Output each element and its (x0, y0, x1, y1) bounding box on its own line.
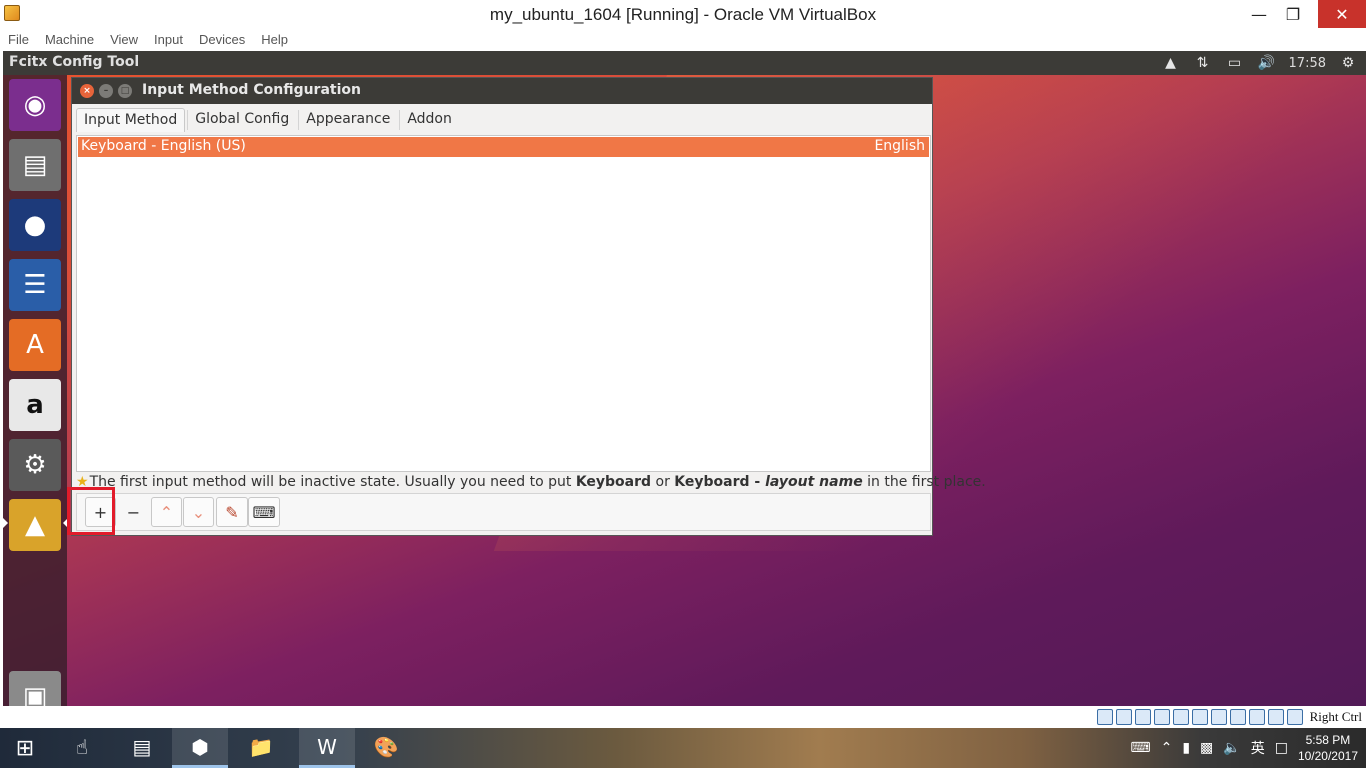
fcitx-config-icon[interactable]: ▲ (9, 499, 61, 551)
ime-indicator[interactable]: 英 (1251, 738, 1265, 758)
performance-monitor-icon[interactable]: ▤ (114, 728, 170, 768)
optical-drive-icon[interactable] (1115, 709, 1132, 725)
host-key-arrow-icon[interactable] (1286, 709, 1303, 725)
host-window-title: my_ubuntu_1604 [Running] - Oracle VM Vir… (489, 5, 877, 24)
minimize-button[interactable]: — (1240, 0, 1278, 28)
list-item[interactable]: Keyboard - English (US) English (78, 137, 929, 157)
hint-bold2: Keyboard - (674, 474, 766, 490)
menu-view[interactable]: View (110, 30, 138, 51)
virtualbox-taskbar-icon[interactable]: ⬢ (172, 728, 228, 768)
system-tray: ⌨ ⌃ ▮ ▩ 🔈 英 □ 5:58 PM 10/20/2017 (1130, 728, 1358, 768)
vbox-device-icons: Right Ctrl (1096, 709, 1362, 725)
move-up-button[interactable]: ⌃ (151, 497, 182, 527)
show-hidden-icons-chevron-icon[interactable]: ⌃ (1161, 740, 1173, 756)
dialog-title: Input Method Configuration (142, 82, 361, 98)
file-explorer-icon[interactable]: 📁 (233, 728, 289, 768)
configure-input-method-button[interactable]: ✎ (216, 497, 248, 527)
chevron-down-icon: ⌄ (191, 502, 206, 522)
host-titlebar: my_ubuntu_1604 [Running] - Oracle VM Vir… (0, 0, 1366, 30)
hard-disk-icon[interactable] (1096, 709, 1113, 725)
vbox-status-bar: Right Ctrl (0, 706, 1366, 728)
indicator-tray: ▲ ⇅ ▭ 🔊 17:58 ⚙ (1161, 51, 1358, 75)
dialog-tabs: Input Method Global Config Appearance Ad… (76, 108, 461, 132)
menu-input[interactable]: Input (154, 30, 183, 51)
input-method-list[interactable]: Keyboard - English (US) English (76, 135, 931, 472)
input-method-name: Keyboard - English (US) (81, 138, 246, 154)
battery-icon[interactable]: ▭ (1225, 54, 1245, 72)
amazon-icon[interactable]: a (9, 379, 61, 431)
move-down-button[interactable]: ⌄ (183, 497, 214, 527)
menu-help[interactable]: Help (261, 30, 288, 51)
input-method-language: English (874, 138, 925, 154)
annotation-highlight-box (67, 487, 115, 535)
input-method-config-dialog: × – □ Input Method Configuration Input M… (71, 77, 986, 536)
menu-file[interactable]: File (8, 30, 29, 51)
wrench-brush-icon: ✎ (225, 502, 239, 522)
action-center-icon[interactable]: □ (1275, 740, 1288, 756)
trash-icon[interactable]: ▣ (9, 671, 61, 706)
menu-machine[interactable]: Machine (45, 30, 94, 51)
active-launcher-indicator (3, 518, 8, 528)
display-icon[interactable] (1210, 709, 1227, 725)
tab-appearance[interactable]: Appearance (299, 108, 397, 132)
cpu-icon[interactable] (1248, 709, 1265, 725)
software-center-icon[interactable]: A (9, 319, 61, 371)
fcitx-penguin-icon[interactable]: ▲ (1161, 54, 1181, 72)
files-icon[interactable]: ▤ (9, 139, 61, 191)
maximize-button[interactable]: ❐ (1274, 0, 1312, 28)
guest-desktop: Fcitx Config Tool ▲ ⇅ ▭ 🔊 17:58 ⚙ ◉ ▤ ● … (3, 51, 1366, 706)
video-capture-icon[interactable] (1229, 709, 1246, 725)
list-toolbar: + − ⌃ ⌄ ✎ ⌨ (76, 493, 931, 531)
touch-app-icon[interactable]: ☝ (54, 728, 110, 768)
tab-input-method[interactable]: Input Method (76, 108, 186, 132)
close-window-button[interactable]: ✕ (1318, 0, 1366, 28)
shared-folders-icon[interactable] (1191, 709, 1208, 725)
hint-part1: The first input method will be inactive … (89, 474, 576, 490)
active-app-title: Fcitx Config Tool (9, 54, 140, 70)
clock-time: 5:58 PM (1305, 733, 1351, 747)
keyboard-layout-button[interactable]: ⌨ (248, 497, 280, 527)
dialog-maximize-button[interactable]: □ (118, 84, 132, 98)
word-icon[interactable]: W (299, 728, 355, 768)
network-icon[interactable]: ⇅ (1193, 54, 1213, 72)
panel-clock[interactable]: 17:58 (1289, 56, 1326, 71)
speaker-icon[interactable]: 🔈 (1223, 740, 1240, 756)
dialog-close-button[interactable]: × (80, 84, 94, 98)
volume-icon[interactable]: 🔊 (1257, 54, 1277, 72)
windows-start-icon[interactable]: ⊞ (0, 728, 50, 768)
system-settings-icon[interactable]: ⚙ (9, 439, 61, 491)
host-key-label: Right Ctrl (1309, 709, 1362, 724)
dialog-minimize-button[interactable]: – (99, 84, 113, 98)
hint-part3: in the first place. (862, 474, 986, 490)
windows-taskbar: ⊞ ☝ ▤ ⬢ 📁 W 🎨 ⌨ ⌃ ▮ ▩ 🔈 英 □ 5:58 PM 10/2… (0, 728, 1366, 768)
hint-bold1: Keyboard (575, 474, 652, 490)
hint-italic: layout name (765, 474, 863, 490)
clock-date: 10/20/2017 (1297, 749, 1358, 763)
menu-devices[interactable]: Devices (199, 30, 245, 51)
firefox-icon[interactable]: ● (9, 199, 61, 251)
hint-part2: or (651, 474, 675, 490)
dialog-titlebar[interactable]: × – □ Input Method Configuration (72, 78, 932, 104)
ubuntu-top-panel: Fcitx Config Tool ▲ ⇅ ▭ 🔊 17:58 ⚙ (3, 51, 1366, 75)
ubuntu-dash-icon[interactable]: ◉ (9, 79, 61, 131)
paint-icon[interactable]: 🎨 (358, 728, 414, 768)
battery-tray-icon[interactable]: ▮ (1182, 740, 1190, 756)
keyboard-icon: ⌨ (252, 502, 276, 522)
chevron-up-icon: ⌃ (159, 502, 174, 522)
audio-icon[interactable] (1134, 709, 1151, 725)
power-gear-icon[interactable]: ⚙ (1338, 54, 1358, 72)
tab-global-config[interactable]: Global Config (188, 108, 296, 132)
mouse-integration-icon[interactable] (1267, 709, 1284, 725)
taskbar-clock[interactable]: 5:58 PM 10/20/2017 (1298, 732, 1358, 764)
network-adapter-icon[interactable] (1153, 709, 1170, 725)
unity-launcher: ◉ ▤ ● ☰ A a ⚙ ▲ ▣ (3, 75, 67, 706)
usb-icon[interactable] (1172, 709, 1189, 725)
tab-addon[interactable]: Addon (400, 108, 459, 132)
remove-input-method-button[interactable]: − (118, 497, 149, 527)
hint-text: ★The first input method will be inactive… (76, 474, 986, 492)
libreoffice-writer-icon[interactable]: ☰ (9, 259, 61, 311)
touch-keyboard-icon[interactable]: ⌨ (1130, 740, 1150, 756)
signal-icon[interactable]: ▩ (1200, 740, 1213, 756)
host-menubar: File Machine View Input Devices Help (0, 30, 1366, 51)
